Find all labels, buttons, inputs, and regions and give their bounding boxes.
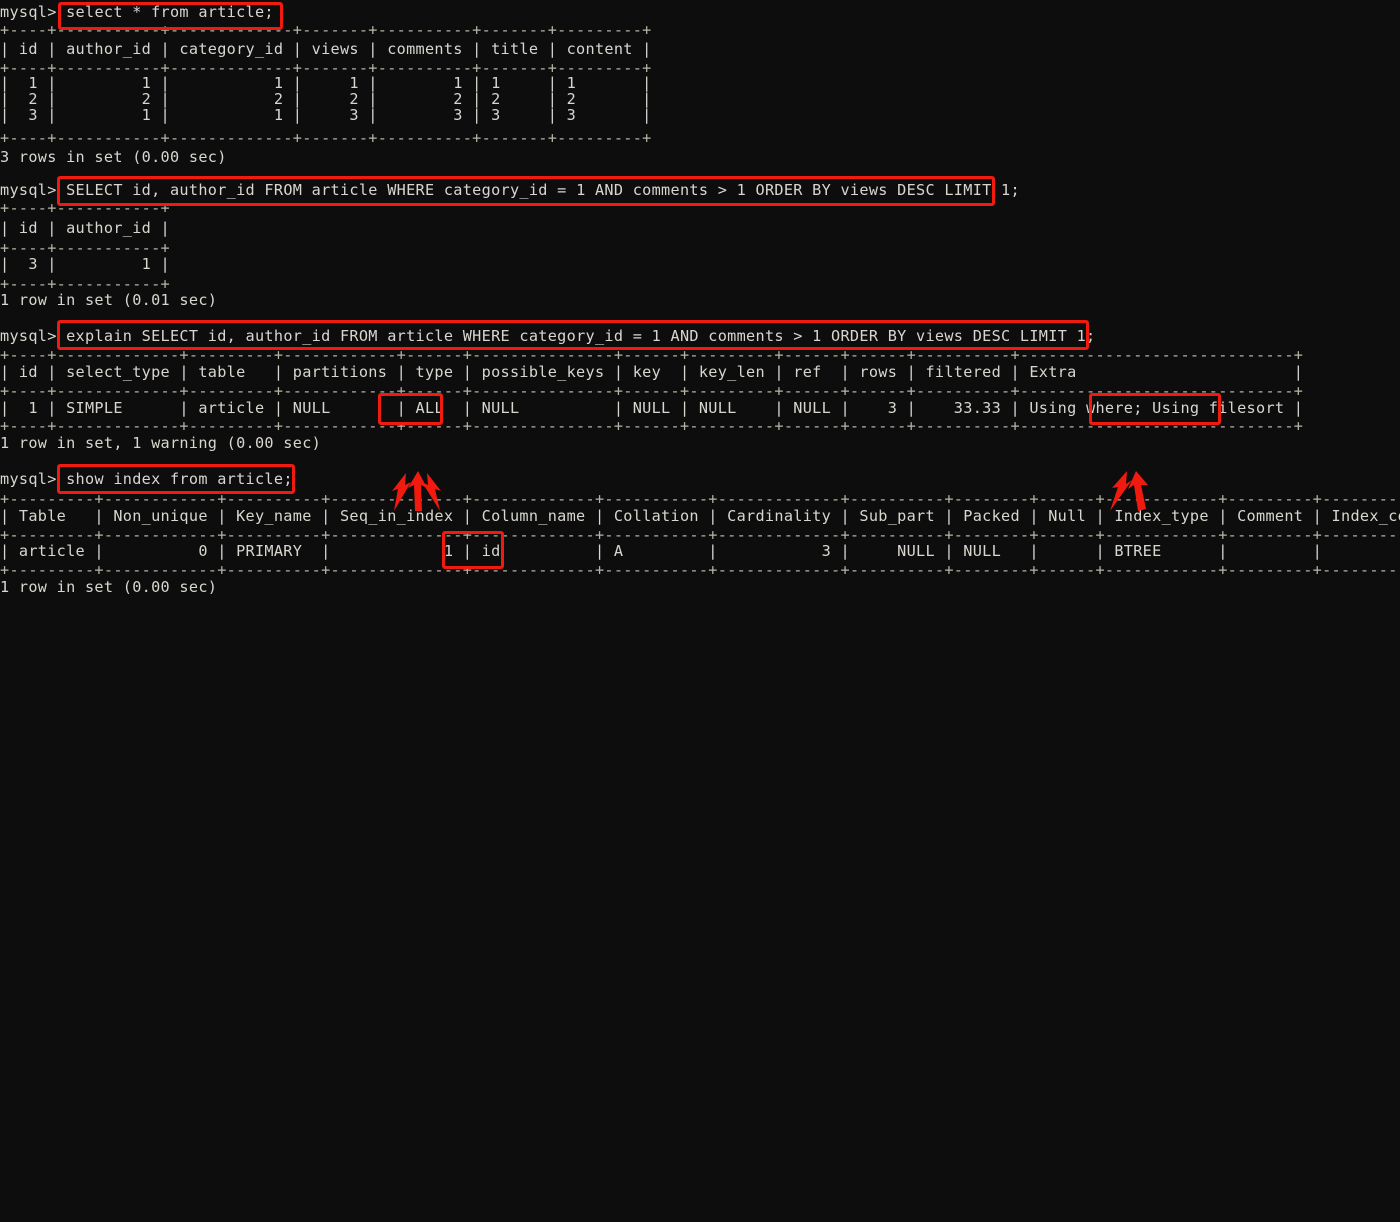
- command-text-2[interactable]: SELECT id, author_id FROM article WHERE …: [66, 181, 1020, 199]
- table1-row-2: | 2 | 2 | 2 | 2 | 2 | 2 | 2 |: [0, 90, 652, 108]
- table1-row-1: | 1 | 1 | 1 | 1 | 1 | 1 | 1 |: [0, 74, 652, 92]
- table3-status: 1 row in set, 1 warning (0.00 sec): [0, 434, 322, 452]
- prompt-4: mysql>: [0, 470, 67, 488]
- table1-status: 3 rows in set (0.00 sec): [0, 148, 227, 166]
- command-text-4[interactable]: show index from article;: [66, 470, 293, 488]
- terminal-window: mysql> select * from article; +----+----…: [0, 0, 1400, 611]
- table4-status: 1 row in set (0.00 sec): [0, 578, 218, 596]
- table1-row-3: | 3 | 1 | 1 | 3 | 3 | 3 | 3 |: [0, 106, 652, 124]
- table2-status: 1 row in set (0.01 sec): [0, 291, 218, 309]
